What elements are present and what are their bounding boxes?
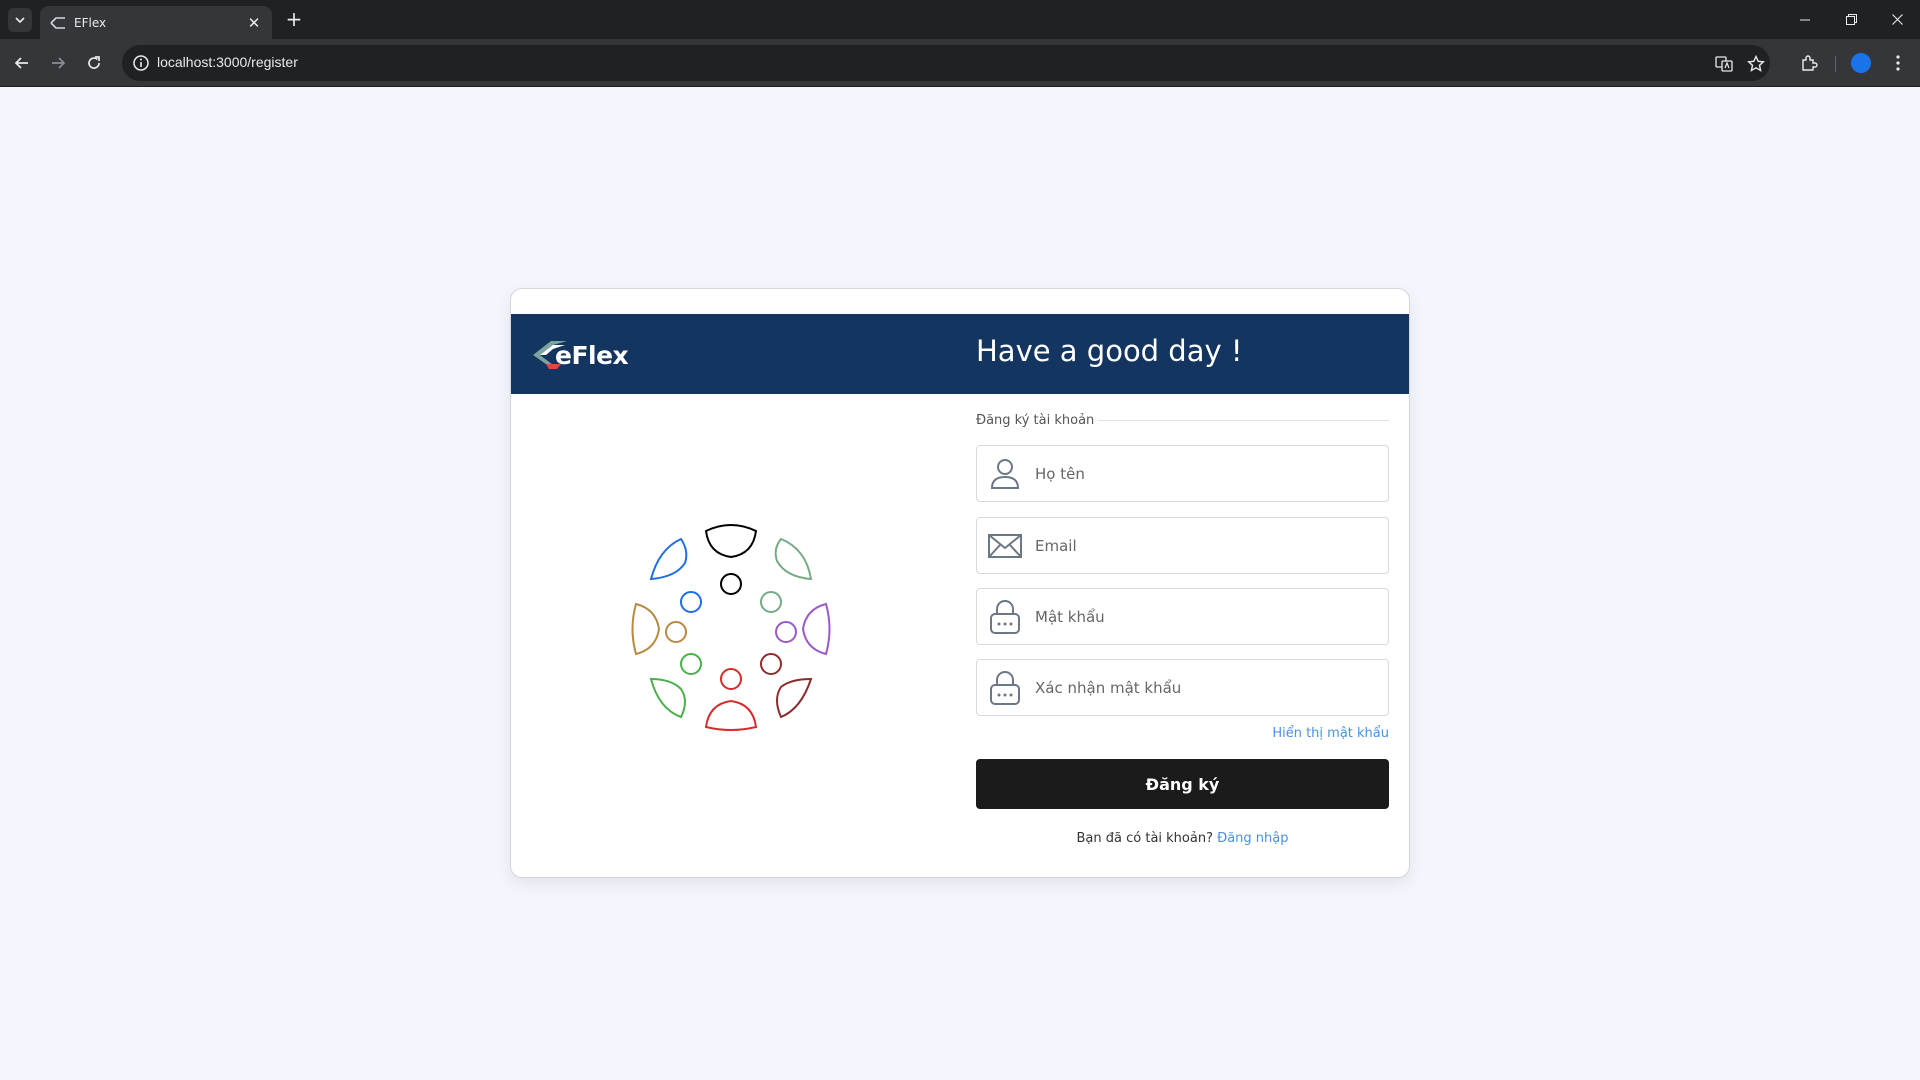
user-icon xyxy=(990,459,1020,489)
confirm-password-input[interactable] xyxy=(1035,660,1380,715)
person-green-light xyxy=(760,537,813,613)
fullname-input[interactable] xyxy=(1035,446,1380,501)
email-field[interactable] xyxy=(976,517,1389,574)
profile-icon[interactable] xyxy=(1851,53,1871,73)
browser-tab[interactable]: EFlex ✕ xyxy=(40,6,272,39)
login-link[interactable]: Đăng nhập xyxy=(1217,831,1288,846)
register-button[interactable]: Đăng ký xyxy=(976,759,1389,809)
person-blue xyxy=(649,537,702,613)
card-header: eFlex Have a good day ! xyxy=(511,314,1409,394)
login-prompt: Bạn đã có tài khoản? Đăng nhập xyxy=(976,831,1389,846)
community-illustration xyxy=(631,524,831,731)
tab-close-icon[interactable]: ✕ xyxy=(246,14,262,32)
bookmark-star-icon[interactable] xyxy=(1746,54,1766,74)
restore-icon[interactable] xyxy=(1828,0,1874,39)
fullname-field[interactable] xyxy=(976,445,1389,502)
confirm-password-field[interactable] xyxy=(976,659,1389,716)
forward-icon[interactable] xyxy=(44,49,72,77)
password-field[interactable] xyxy=(976,588,1389,645)
menu-icon[interactable] xyxy=(1886,51,1910,75)
back-icon[interactable] xyxy=(8,49,36,77)
tab-title: EFlex xyxy=(74,15,107,30)
url-text: localhost:3000/register xyxy=(157,54,298,70)
person-red xyxy=(704,668,758,731)
tab-search-icon[interactable] xyxy=(8,8,32,32)
address-bar[interactable]: localhost:3000/register xyxy=(122,45,1770,81)
show-password-link[interactable]: Hiển thị mật khẩu xyxy=(976,726,1389,741)
password-input[interactable] xyxy=(1035,589,1380,644)
register-card: eFlex Have a good day ! Đăng ký tài khoả… xyxy=(510,288,1410,878)
envelope-icon xyxy=(988,534,1022,558)
person-green xyxy=(649,653,702,719)
section-title-text: Đăng ký tài khoản xyxy=(976,413,1095,428)
section-divider xyxy=(1098,420,1389,421)
new-tab-button[interactable]: + xyxy=(282,8,306,32)
section-title: Đăng ký tài khoản xyxy=(976,413,1389,428)
person-black xyxy=(704,524,758,595)
browser-toolbar: localhost:3000/register xyxy=(0,39,1920,87)
person-purple xyxy=(775,602,831,656)
extensions-icon[interactable] xyxy=(1797,51,1821,75)
translate-icon[interactable] xyxy=(1714,54,1734,74)
person-maroon xyxy=(760,653,813,719)
have-account-text: Bạn đã có tài khoản? xyxy=(1076,831,1213,846)
register-form: Đăng ký tài khoản Họ tên Email Hiển thị … xyxy=(976,413,1389,846)
browser-tab-bar: EFlex ✕ + xyxy=(0,0,1920,39)
eflex-favicon-icon xyxy=(50,15,66,31)
brand-logo[interactable]: eFlex xyxy=(531,335,629,375)
lock-icon xyxy=(990,671,1020,705)
email-input[interactable] xyxy=(1035,518,1380,573)
reload-icon[interactable] xyxy=(80,49,108,77)
close-icon[interactable] xyxy=(1874,0,1920,39)
person-gold xyxy=(631,602,687,656)
brand-name: eFlex xyxy=(555,340,629,370)
greeting-title: Have a good day ! xyxy=(976,334,1243,368)
toolbar-separator xyxy=(1835,56,1836,72)
lock-icon xyxy=(990,600,1020,634)
minimize-icon[interactable] xyxy=(1782,0,1828,39)
site-info-icon[interactable] xyxy=(132,54,150,72)
